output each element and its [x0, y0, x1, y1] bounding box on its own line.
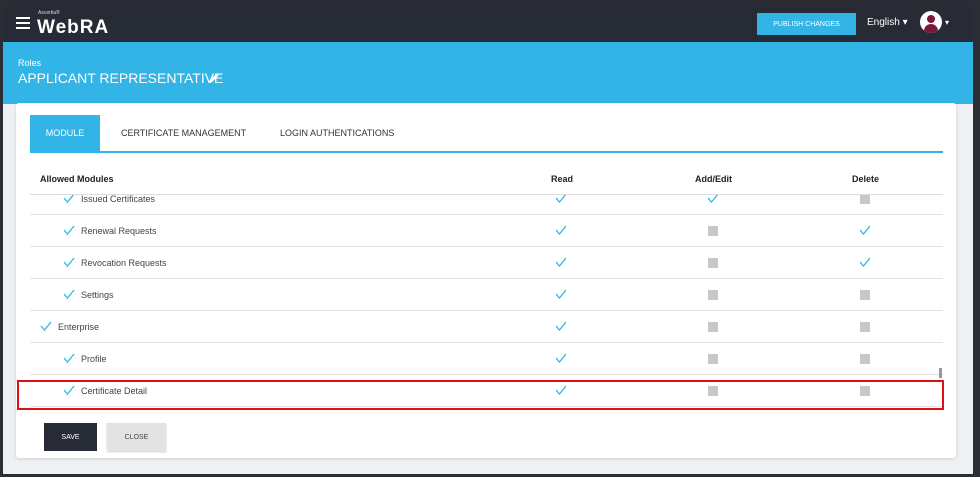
save-button[interactable]: SAVE — [44, 423, 97, 451]
module-label: Settings — [81, 290, 114, 300]
check-icon[interactable] — [63, 352, 75, 364]
publish-changes-button[interactable]: PUBLISH CHANGES — [757, 13, 856, 35]
check-icon[interactable] — [859, 256, 871, 268]
header-delete: Delete — [852, 174, 880, 184]
unchecked-box[interactable] — [860, 354, 870, 364]
module-label: Enterprise — [58, 322, 100, 332]
unchecked-box[interactable] — [708, 354, 718, 364]
check-icon[interactable] — [555, 288, 567, 300]
table-row: Issued Certificates — [30, 195, 943, 215]
module-label: Renewal Requests — [81, 226, 157, 236]
check-icon[interactable] — [63, 288, 75, 300]
unchecked-box[interactable] — [860, 195, 870, 204]
check-icon[interactable] — [555, 195, 567, 204]
language-selector[interactable]: English ▾ — [867, 17, 908, 28]
brand-vendor: Ascertia® — [38, 10, 60, 16]
check-icon[interactable] — [555, 320, 567, 332]
table-row: Renewal Requests — [30, 215, 943, 247]
menu-icon[interactable] — [16, 17, 30, 29]
close-button[interactable]: CLOSE — [107, 423, 166, 451]
unchecked-box[interactable] — [708, 322, 718, 332]
table-row: Settings — [30, 279, 943, 311]
brand-name: WebRA — [37, 17, 110, 38]
header-add-edit: Add/Edit — [695, 174, 732, 184]
check-icon[interactable] — [555, 256, 567, 268]
table-header: Allowed Modules Read Add/Edit Delete — [30, 165, 943, 195]
check-icon[interactable] — [555, 224, 567, 236]
table-row: Enterprise — [30, 311, 943, 343]
header-read: Read — [551, 174, 574, 184]
app-window: Ascertia® WebRA PUBLISH CHANGES English … — [3, 6, 973, 474]
check-icon[interactable] — [859, 224, 871, 236]
scrollbar[interactable] — [939, 368, 942, 378]
module-label: Revocation Requests — [81, 258, 167, 268]
unchecked-box[interactable] — [860, 290, 870, 300]
edit-icon[interactable] — [208, 72, 220, 84]
page-title: APPLICANT REPRESENTATIVE — [18, 70, 224, 86]
permissions-table[interactable]: Issued Certificates Renewal Requests Revoc… — [30, 195, 943, 410]
check-icon[interactable] — [40, 320, 52, 332]
page-header: Roles APPLICANT REPRESENTATIVE — [3, 42, 973, 104]
tab-certificate-management[interactable]: CERTIFICATE MANAGEMENT — [121, 115, 246, 151]
tab-login-authentications[interactable]: LOGIN AUTHENTICATIONS — [280, 115, 394, 151]
top-navbar: Ascertia® WebRA PUBLISH CHANGES English … — [3, 6, 973, 42]
module-label: Profile — [81, 354, 107, 364]
breadcrumb: Roles — [18, 58, 42, 68]
unchecked-box[interactable] — [708, 258, 718, 268]
tab-module[interactable]: MODULE — [30, 115, 100, 151]
table-row: Profile — [30, 343, 943, 375]
table-row: Revocation Requests — [30, 247, 943, 279]
unchecked-box[interactable] — [708, 226, 718, 236]
chevron-down-icon[interactable]: ▾ — [945, 18, 949, 27]
header-allowed-modules: Allowed Modules — [40, 174, 114, 184]
highlight-box — [17, 380, 944, 410]
check-icon[interactable] — [63, 224, 75, 236]
unchecked-box[interactable] — [708, 290, 718, 300]
user-avatar-icon[interactable] — [920, 11, 942, 33]
check-icon[interactable] — [63, 256, 75, 268]
unchecked-box[interactable] — [860, 322, 870, 332]
module-label: Issued Certificates — [81, 195, 156, 204]
check-icon[interactable] — [63, 195, 75, 204]
tab-bar: MODULE CERTIFICATE MANAGEMENT LOGIN AUTH… — [30, 115, 943, 153]
check-icon[interactable] — [707, 195, 719, 204]
check-icon[interactable] — [555, 352, 567, 364]
